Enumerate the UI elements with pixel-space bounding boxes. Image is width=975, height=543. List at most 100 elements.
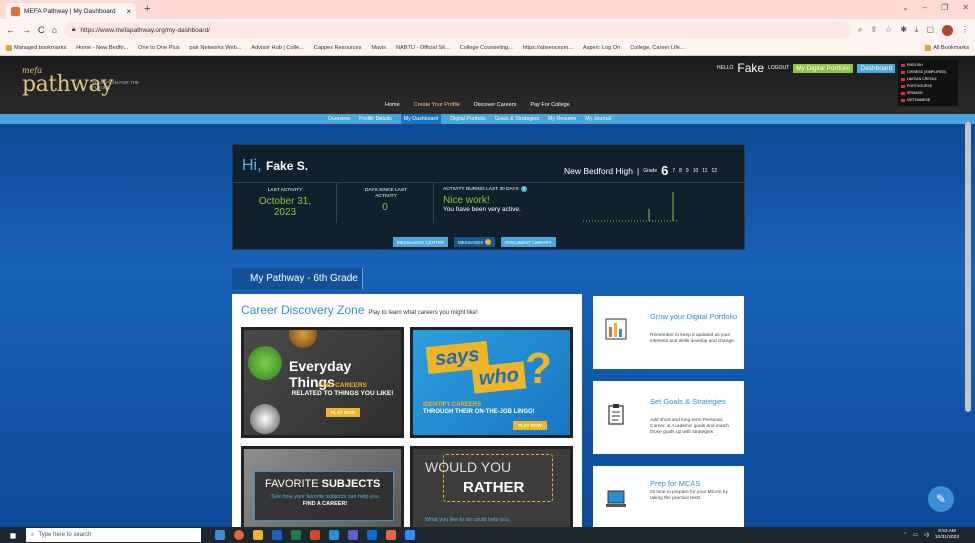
nav-pay-for-college[interactable]: Pay For College xyxy=(530,102,569,108)
everyday-things-game[interactable]: Everyday Things FIND CAREERS RELATED TO … xyxy=(241,327,404,438)
language-item[interactable]: SPANISH xyxy=(901,90,955,97)
play-now-button[interactable]: PLAY NOW xyxy=(326,408,360,417)
subnav-my-dashboard[interactable]: My Dashboard xyxy=(400,114,442,124)
home-icon[interactable]: ⌂ xyxy=(52,25,57,35)
sidepanel-icon[interactable]: ▢ xyxy=(926,25,934,36)
forward-icon[interactable]: → xyxy=(22,25,31,35)
says-who-game[interactable]: says who ? IDENTIFY CAREERS THROUGH THEI… xyxy=(410,327,573,438)
would-you-rather-game[interactable]: WOULD YOU RATHER What you like to do cou… xyxy=(410,446,573,527)
subnav-digital-portfolio[interactable]: Digital Portfolio xyxy=(450,116,486,124)
tray-chevron-icon[interactable]: ⌃ xyxy=(903,533,907,538)
excel-icon[interactable] xyxy=(291,530,301,540)
zoom-icon[interactable]: ⌕ xyxy=(858,25,862,36)
volume-icon[interactable]: ◁) xyxy=(924,533,929,538)
card-title[interactable]: Prep for MCAS xyxy=(650,480,740,488)
card-title[interactable]: Grow your Digital Portfolio xyxy=(650,313,740,321)
extensions-icon[interactable]: ✱ xyxy=(900,25,907,36)
bookmark-item[interactable]: https://absencesm... xyxy=(523,45,573,51)
minimize-icon[interactable]: – xyxy=(923,3,927,12)
network-icon[interactable]: ▭ xyxy=(913,533,918,538)
zoom-app-icon[interactable] xyxy=(405,530,415,540)
language-item[interactable]: HAITIAN CREOLE xyxy=(901,76,955,83)
language-item[interactable]: VIETNAMESE xyxy=(901,97,955,104)
edge-icon[interactable] xyxy=(367,530,377,540)
grade-option[interactable]: 9 xyxy=(686,168,689,174)
star-icon[interactable]: ☆ xyxy=(885,25,892,36)
grade-option[interactable]: 7 xyxy=(672,168,675,174)
language-item[interactable]: CHINESE (SIMPLIFIED) xyxy=(901,69,955,76)
profile-avatar[interactable] xyxy=(942,24,953,36)
digital-portfolio-button[interactable]: My Digital Portfolio xyxy=(793,63,854,73)
bookmark-item[interactable]: Managed bookmarks xyxy=(6,45,66,51)
restore-icon[interactable]: ❐ xyxy=(941,3,948,12)
messages-button[interactable]: MESSAGES xyxy=(454,237,496,247)
chrome-icon[interactable] xyxy=(234,530,244,540)
document-library-button[interactable]: DOCUMENT LIBRARY xyxy=(501,237,556,247)
teams-icon[interactable] xyxy=(348,530,358,540)
nature-ball-icon xyxy=(248,346,282,380)
bookmark-item[interactable]: College Counseling... xyxy=(460,45,513,51)
bookmark-item[interactable]: Advisor Hub | Colle... xyxy=(251,45,303,51)
back-icon[interactable]: ← xyxy=(6,25,15,35)
bookmark-item[interactable]: Mavis xyxy=(371,45,386,51)
system-tray: ⌃ ▭ ◁) 8:53 AM 10/31/2023 xyxy=(903,529,975,541)
close-window-icon[interactable]: ✕ xyxy=(962,3,969,12)
edit-pencil-icon[interactable]: ✎ xyxy=(928,486,954,512)
clock[interactable]: 8:53 AM 10/31/2023 xyxy=(935,529,959,541)
bookmark-item[interactable]: NABTU - Official Sit... xyxy=(396,45,450,51)
messaging-center-button[interactable]: MESSAGING CENTER xyxy=(393,237,449,247)
app-icon[interactable] xyxy=(386,530,396,540)
chevron-down-icon[interactable]: ⌄ xyxy=(902,3,909,12)
browser-tab[interactable]: MEFA Pathway | My Dashboard × xyxy=(6,3,136,19)
close-tab-icon[interactable]: × xyxy=(126,7,131,16)
subnav-overview[interactable]: Overview xyxy=(328,116,350,124)
nav-home[interactable]: Home xyxy=(385,102,400,108)
digital-portfolio-card[interactable]: Grow your Digital Portfolio Remember to … xyxy=(593,296,744,369)
card-title[interactable]: Set Goals & Strategies xyxy=(650,398,740,406)
share-icon[interactable]: ⇪ xyxy=(870,25,877,36)
bookmark-item[interactable]: Aspen: Log On xyxy=(583,45,620,51)
mail-icon[interactable] xyxy=(329,530,339,540)
url-bar[interactable]: 🔒︎ https://www.mefapathway.org/my-dashbo… xyxy=(63,22,851,38)
subnav-my-resume[interactable]: My Resume xyxy=(548,116,576,124)
nav-discover-careers[interactable]: Discover Careers xyxy=(474,102,516,108)
new-tab-icon[interactable]: + xyxy=(144,3,150,15)
mefa-pathway-logo[interactable]: mefa pathway YOUR PLAN FOR THE FUTURE xyxy=(22,66,139,96)
dashboard-button[interactable]: Dashboard xyxy=(857,63,896,73)
subnav-my-journal[interactable]: My Journal xyxy=(585,116,611,124)
scrollbar-thumb[interactable] xyxy=(965,122,971,412)
nav-create-profile[interactable]: Create Your Profile xyxy=(414,102,460,108)
logout-link[interactable]: LOGOUT xyxy=(768,65,789,71)
play-now-button[interactable]: PLAY NOW xyxy=(513,421,547,430)
subnav-profile-details[interactable]: Profile Details xyxy=(359,116,392,124)
taskbar-search[interactable]: ⌕ Type here to search xyxy=(26,528,201,542)
activity-chart xyxy=(583,192,678,222)
grade-option[interactable]: 8 xyxy=(679,168,682,174)
bookmark-item[interactable]: Cappex Resources xyxy=(314,45,362,51)
task-view-icon[interactable] xyxy=(215,530,225,540)
info-icon[interactable]: ? xyxy=(520,186,527,192)
menu-icon[interactable]: ⋮ xyxy=(961,25,969,36)
bookmark-item[interactable]: pair Networks Web... xyxy=(190,45,242,51)
all-bookmarks[interactable]: All Bookmarks xyxy=(925,45,969,51)
grade-option[interactable]: 10 xyxy=(693,168,699,174)
mcas-prep-card[interactable]: Prep for MCAS Its time to prepare for yo… xyxy=(593,466,744,527)
bookmark-item[interactable]: College, Career Life... xyxy=(630,45,684,51)
reload-icon[interactable]: C xyxy=(38,25,45,35)
subnav-goals-strategies[interactable]: Goals & Strategies xyxy=(495,116,539,124)
favorite-subjects-game[interactable]: FAVORITE SUBJECTS See how your favorite … xyxy=(241,446,404,527)
grade-option[interactable]: 12 xyxy=(711,168,717,174)
bookmark-item[interactable]: One to One Plus xyxy=(138,45,179,51)
goals-strategies-card[interactable]: Set Goals & Strategies Add short and lon… xyxy=(593,381,744,454)
language-item[interactable]: PORTUGUESE xyxy=(901,83,955,90)
bookmark-item[interactable]: Home - New Bedfo... xyxy=(76,45,128,51)
grade-option[interactable]: 11 xyxy=(702,168,707,174)
download-icon[interactable]: ⤓ xyxy=(915,25,919,36)
scrollbar[interactable] xyxy=(963,116,973,416)
windows-start-icon[interactable]: ◼ xyxy=(0,531,26,540)
card-desc: Add short and long-term Personal, Career… xyxy=(650,418,729,435)
powerpoint-icon[interactable] xyxy=(310,530,320,540)
word-icon[interactable] xyxy=(272,530,282,540)
file-explorer-icon[interactable] xyxy=(253,530,263,540)
language-item[interactable]: ENGLISH xyxy=(901,62,955,69)
